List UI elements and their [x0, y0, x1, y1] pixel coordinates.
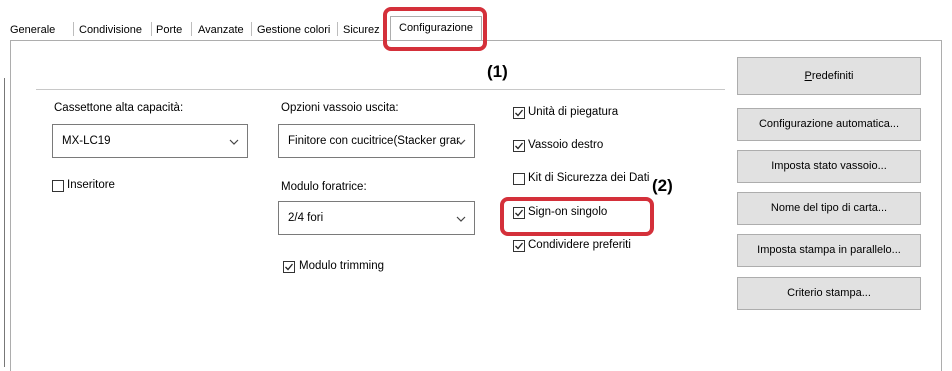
- checkmark-icon: [515, 109, 524, 117]
- window-left-edge: [4, 78, 5, 367]
- sign-on-singolo-checkbox[interactable]: [513, 207, 525, 219]
- sign-on-singolo-label: Sign-on singolo: [528, 206, 608, 218]
- cassettone-label: Cassettone alta capacità:: [54, 102, 184, 114]
- modulo-trimming-label: Modulo trimming: [299, 260, 384, 272]
- tab-separator: [73, 22, 74, 36]
- kit-sicurezza-label: Kit di Sicurezza dei Dati: [528, 172, 650, 184]
- checkmark-icon: [515, 142, 524, 150]
- unita-piegatura-checkbox[interactable]: [513, 107, 525, 119]
- tab-separator: [151, 22, 152, 36]
- vassoio-destro-label: Vassoio destro: [528, 139, 604, 151]
- tab-porte[interactable]: Porte: [156, 20, 182, 40]
- chevron-down-icon: [229, 139, 239, 145]
- tab-sicurezza[interactable]: Sicurez: [343, 20, 380, 40]
- tab-generale[interactable]: Generale: [10, 20, 55, 40]
- inseritore-label: Inseritore: [67, 179, 115, 191]
- condividere-preferiti-checkbox[interactable]: [513, 240, 525, 252]
- modulo-foratrice-value: 2/4 fori: [288, 212, 324, 224]
- condividere-preferiti-label: Condividere preferiti: [528, 239, 631, 251]
- cassettone-select[interactable]: MX-LC19: [52, 124, 248, 158]
- criterio-stampa-button[interactable]: Criterio stampa...: [737, 277, 921, 310]
- chevron-down-icon: [456, 139, 466, 145]
- tab-separator: [337, 22, 338, 36]
- vassoio-destro-checkbox[interactable]: [513, 140, 525, 152]
- chevron-down-icon: [456, 216, 466, 222]
- checkmark-icon: [515, 209, 524, 217]
- tab-highlight-frame: [383, 7, 487, 51]
- nome-tipo-carta-button[interactable]: Nome del tipo di carta...: [737, 192, 921, 225]
- modulo-trimming-checkbox[interactable]: [283, 261, 295, 273]
- unita-piegatura-label: Unità di piegatura: [528, 106, 619, 118]
- opzioni-vassoio-label: Opzioni vassoio uscita:: [281, 102, 399, 114]
- tab-gestione-colori[interactable]: Gestione colori: [257, 20, 330, 40]
- callout-one: (1): [487, 62, 508, 81]
- opzioni-vassoio-select[interactable]: Finitore con cucitrice(Stacker gran: [278, 124, 475, 158]
- checkmark-icon: [285, 263, 294, 271]
- opzioni-vassoio-value: Finitore con cucitrice(Stacker gran: [288, 135, 460, 147]
- inseritore-checkbox[interactable]: [52, 180, 64, 192]
- tab-condivisione[interactable]: Condivisione: [79, 20, 142, 40]
- kit-sicurezza-checkbox[interactable]: [513, 173, 525, 185]
- imposta-stampa-parallelo-button[interactable]: Imposta stampa in parallelo...: [737, 234, 921, 267]
- tab-separator: [191, 22, 192, 36]
- predefiniti-label: redefiniti: [811, 70, 854, 82]
- cassettone-value: MX-LC19: [62, 135, 111, 147]
- configurazione-automatica-button[interactable]: Configurazione automatica...: [737, 108, 921, 141]
- checkmark-icon: [515, 242, 524, 250]
- tab-separator: [251, 22, 252, 36]
- modulo-foratrice-select[interactable]: 2/4 fori: [278, 201, 475, 235]
- callout-two: (2): [652, 176, 673, 195]
- predefiniti-button[interactable]: Predefiniti: [737, 57, 921, 95]
- section-divider: [36, 89, 725, 90]
- imposta-stato-vassoio-button[interactable]: Imposta stato vassoio...: [737, 150, 921, 183]
- tab-avanzate[interactable]: Avanzate: [198, 20, 244, 40]
- modulo-foratrice-label: Modulo foratrice:: [281, 181, 367, 193]
